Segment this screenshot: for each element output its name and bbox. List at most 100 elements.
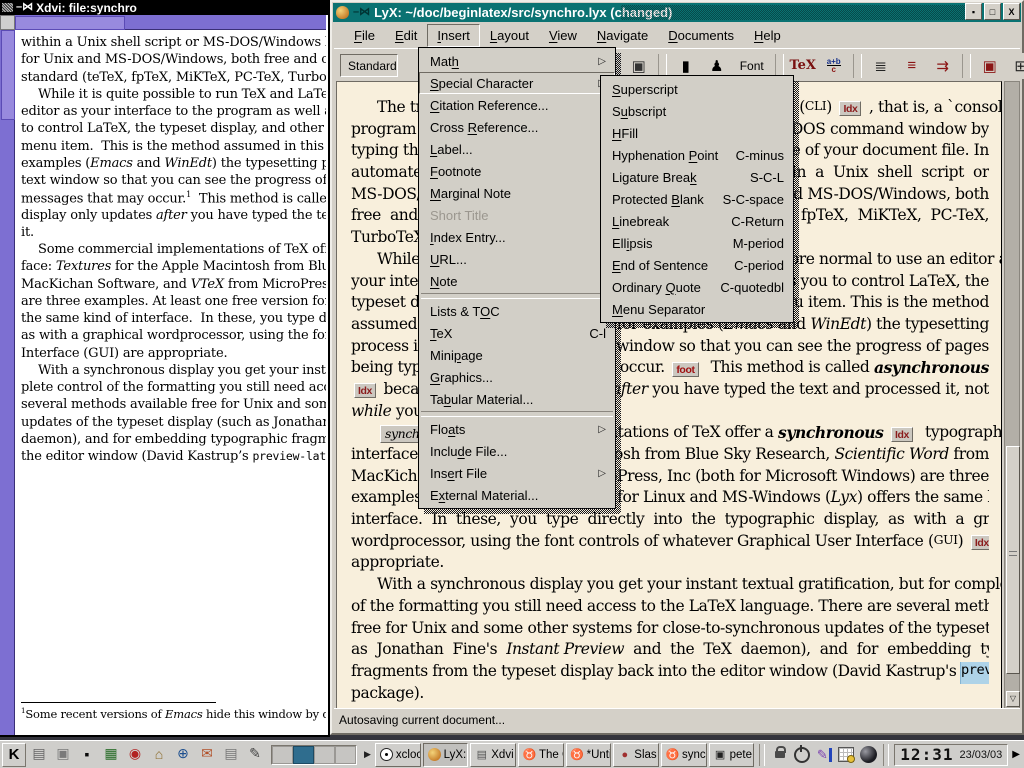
menubar-item-layout[interactable]: Layout [480,24,539,47]
math-icon[interactable]: a+bc [820,53,848,79]
task-button-pete[interactable]: ▣pete◀ [709,743,755,767]
browser-icon[interactable]: ⊕ [172,743,194,765]
document-scrollbar[interactable]: ▽ [1004,81,1020,709]
menu-item-ligature-break[interactable]: Ligature BreakS-C-L [601,166,793,188]
menu-item-hyphenation-point[interactable]: Hyphenation PointC-minus [601,144,793,166]
menu-item-superscript[interactable]: Superscript [601,78,793,100]
xdvi-hscroll-thumb[interactable] [15,16,125,30]
documents-icon[interactable]: ▤ [220,743,242,765]
menu-item-ordinary-quote[interactable]: Ordinary QuoteC-quotedbl [601,276,793,298]
xdvi-page-view[interactable]: within a Unix shell script or MS-DOS/Win… [15,30,326,733]
editor-icon[interactable]: ✎ [244,743,266,765]
menu-item-end-of-sentence[interactable]: End of SentenceC-period [601,254,793,276]
window-menu-icon[interactable] [2,3,13,12]
xdvi-titlebar[interactable]: –⋈ Xdvi: file:synchro [0,0,328,15]
pager-desktop-3[interactable] [314,746,335,764]
xdvi-horizontal-scrollbar[interactable] [15,15,326,30]
xdvi-vscroll-thumb[interactable] [1,30,15,120]
xdvi-vertical-scrollbar[interactable] [0,30,15,735]
konsole-icon[interactable]: ▦ [100,743,122,765]
foot-inset-button[interactable]: foot [672,362,698,377]
task-button-unti[interactable]: ♉*Unti [566,743,612,767]
menu-item-special-character[interactable]: Special Character▷ [419,72,615,94]
insert-table-icon[interactable]: ⊞ [1007,53,1024,79]
menubar-item-insert[interactable]: Insert [427,24,480,47]
menubar-item-view[interactable]: View [539,24,587,47]
mail-icon[interactable]: ✉ [196,743,218,765]
menu-item-marginal-note[interactable]: Marginal Note [419,182,615,204]
menu-item-label[interactable]: Label... [419,138,615,160]
menubar-item-edit[interactable]: Edit [385,24,427,47]
idx-inset-button[interactable]: Idx [971,535,989,550]
power-icon[interactable] [792,744,812,766]
terminal-icon[interactable]: ▪ [76,743,98,765]
home-icon[interactable]: ⌂ [148,743,170,765]
menu-item-ellipsis[interactable]: EllipsisM-period [601,232,793,254]
k-menu-button[interactable]: K [2,743,26,767]
menu-item-tabular-material[interactable]: Tabular Material... [419,388,615,410]
menu-item-cross-reference[interactable]: Cross Reference... [419,116,615,138]
menu-item-footnote[interactable]: Footnote [419,160,615,182]
scrollbar-thumb[interactable] [1006,446,1020,674]
pager-desktop-2[interactable] [293,746,314,764]
menu-item-insert-file[interactable]: Insert File▷ [419,462,615,484]
clock-panel[interactable]: 12:31 23/03/03 [894,744,1008,766]
menu-item-linebreak[interactable]: LinebreakC-Return [601,210,793,232]
menu-item-index-entry[interactable]: Index Entry... [419,226,615,248]
menu-item-tex[interactable]: TeXC-l [419,322,615,344]
menu-item-minipage[interactable]: Minipage [419,344,615,366]
task-button-sync[interactable]: ♉sync [661,743,707,767]
menu-item-lists-toc[interactable]: Lists & TOC [419,300,615,322]
task-button-xdvi[interactable]: ▤Xdvi [470,743,516,767]
scrollbar-down-button[interactable]: ▽ [1006,691,1020,707]
list-numbered-icon[interactable]: ≣ [867,53,895,79]
taskbar-expand-arrow[interactable]: ▶ [362,749,373,760]
menu-item-graphics[interactable]: Graphics... [419,366,615,388]
close-button[interactable]: X [1003,3,1020,20]
panel-hide-arrow[interactable]: ▶ [1010,749,1022,760]
menu-item-math[interactable]: Math▷ [419,50,615,72]
change-depth-icon[interactable]: ⇉ [929,53,957,79]
help-icon[interactable]: ◉ [124,743,146,765]
idx-inset-button[interactable]: Idx [839,101,861,116]
menu-item-floats[interactable]: Floats▷ [419,418,615,440]
iconify-icon[interactable]: –⋈ [16,3,33,12]
task-button-slas[interactable]: ●Slas [613,743,659,767]
show-desktop-icon[interactable]: ▣ [52,743,74,765]
desktop-pager[interactable] [271,745,357,765]
menu-item-hfill[interactable]: HFill [601,122,793,144]
idx-inset-button[interactable]: Idx [354,383,376,398]
lock-icon[interactable] [770,744,790,766]
task-button-lyx[interactable]: LyX: [423,743,469,767]
menu-item-note[interactable]: Note [419,270,615,292]
organizer-icon[interactable] [836,744,856,766]
list-bullet-icon[interactable]: ≡ [898,53,926,79]
pager-desktop-4[interactable] [335,746,356,764]
maximize-button[interactable]: □ [984,3,1001,20]
menu-item-url[interactable]: URL... [419,248,615,270]
moon-icon[interactable] [858,744,878,766]
idx-inset-button[interactable]: Idx [891,427,913,442]
menu-item-include-file[interactable]: Include File... [419,440,615,462]
lyx-app-icon[interactable] [336,6,349,19]
lyx-titlebar[interactable]: –⋈ LyX: ~/doc/beginlatex/src/synchro.lyx… [333,3,1021,22]
menu-item-external-material[interactable]: External Material... [419,484,615,506]
menu-item-protected-blank[interactable]: Protected BlankS-C-space [601,188,793,210]
text-run: of the formatting you still need access … [351,597,989,619]
minimize-button[interactable]: ▪ [965,3,982,20]
menubar-item-navigate[interactable]: Navigate [587,24,658,47]
task-button-theg[interactable]: ♉The G [518,743,564,767]
menubar-item-help[interactable]: Help [744,24,791,47]
menu-item-menu-separator[interactable]: Menu Separator [601,298,793,320]
pager-desktop-1[interactable] [272,746,293,764]
menu-item-citation-reference[interactable]: Citation Reference... [419,94,615,116]
menubar-item-documents[interactable]: Documents [658,24,744,47]
iconify-icon[interactable]: –⋈ [353,8,370,17]
klipper-icon[interactable]: ✎ [814,744,834,766]
layout-dropdown[interactable]: Standard [340,54,398,77]
task-button-xcloc[interactable]: xcloc [375,743,421,767]
window-list-icon[interactable]: ▤ [28,743,50,765]
menubar-item-file[interactable]: File [344,24,385,47]
menu-item-subscript[interactable]: Subscript [601,100,793,122]
insert-figure-icon[interactable]: ▣ [976,53,1004,79]
